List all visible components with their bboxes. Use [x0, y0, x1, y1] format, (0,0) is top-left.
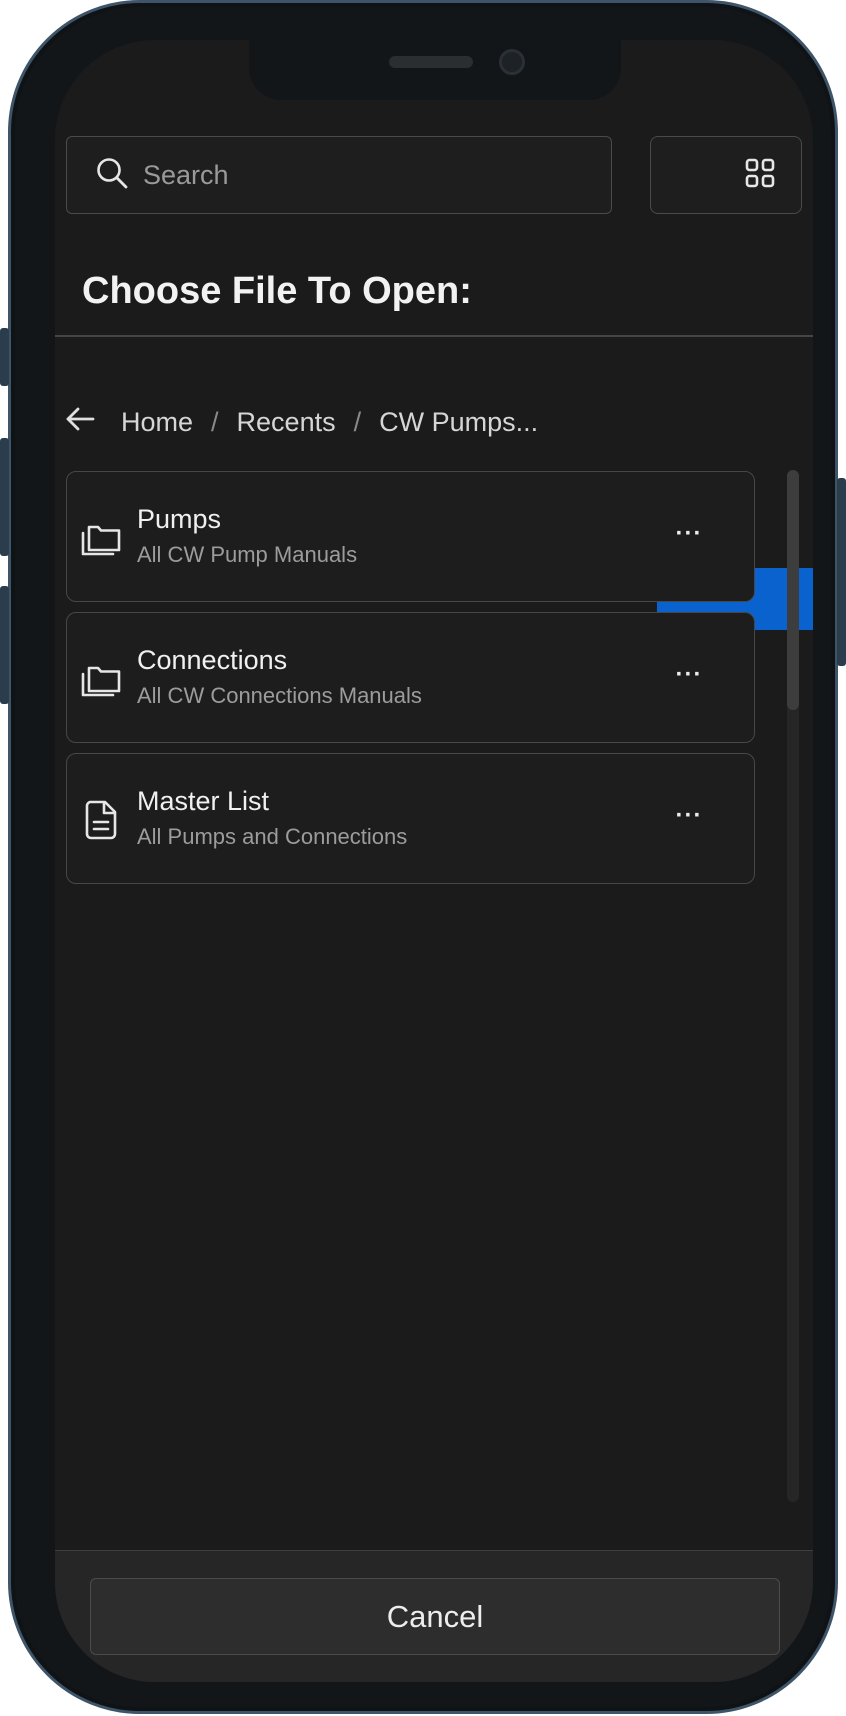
document-icon [79, 798, 123, 842]
view-toggle [650, 136, 813, 630]
cancel-button[interactable]: Cancel [90, 1578, 780, 1655]
list-item[interactable]: Connections All CW Connections Manuals ·… [66, 612, 755, 743]
scrollbar-track[interactable] [787, 470, 799, 1502]
item-title: Connections [137, 645, 288, 675]
grid-view-button[interactable] [729, 144, 791, 206]
volume-down-button [0, 586, 9, 704]
item-title: Master List [137, 786, 270, 816]
list-item[interactable]: Master List All Pumps and Connections ··… [66, 753, 755, 884]
arrow-left-icon [65, 407, 95, 438]
item-subtitle: All CW Connections Manuals [137, 683, 422, 708]
notch [249, 40, 621, 100]
screen: Choose File To Open: Home / Recents / CW… [55, 40, 813, 1682]
breadcrumb-home[interactable]: Home [121, 407, 193, 438]
phone-frame: Choose File To Open: Home / Recents / CW… [8, 0, 838, 1714]
grid-icon [745, 158, 775, 193]
breadcrumb-separator: / [211, 406, 219, 437]
scrollbar-thumb[interactable] [787, 470, 799, 710]
more-options-button[interactable]: ··· [665, 663, 713, 693]
mute-switch [0, 328, 9, 386]
breadcrumb-current[interactable]: CW Pumps... [379, 407, 538, 438]
folder-stack-icon [79, 657, 123, 701]
title-divider [55, 335, 813, 337]
more-options-button[interactable]: ··· [665, 522, 713, 552]
item-subtitle: All Pumps and Connections [137, 824, 408, 849]
breadcrumb-separator: / [353, 406, 362, 437]
volume-up-button [0, 438, 9, 556]
search-icon [95, 156, 129, 195]
search-input[interactable] [141, 158, 561, 192]
breadcrumb-recents[interactable]: Recents [237, 407, 336, 438]
breadcrumb: Home / Recents / CW Pumps... [65, 402, 538, 442]
list-item[interactable]: Pumps All CW Pump Manuals ··· [66, 471, 755, 602]
item-subtitle: All CW Pump Manuals [137, 542, 358, 567]
front-camera [499, 49, 525, 75]
back-button[interactable] [65, 402, 105, 442]
dialog-footer: Cancel [55, 1550, 813, 1682]
speaker-grille [389, 56, 473, 68]
power-button [837, 478, 846, 666]
search-box[interactable] [66, 136, 612, 214]
dialog-title: Choose File To Open: [82, 270, 472, 312]
file-list: Pumps All CW Pump Manuals ··· Connection… [66, 471, 755, 894]
folder-stack-icon [79, 516, 123, 560]
item-title: Pumps [137, 504, 222, 534]
more-options-button[interactable]: ··· [665, 804, 713, 834]
